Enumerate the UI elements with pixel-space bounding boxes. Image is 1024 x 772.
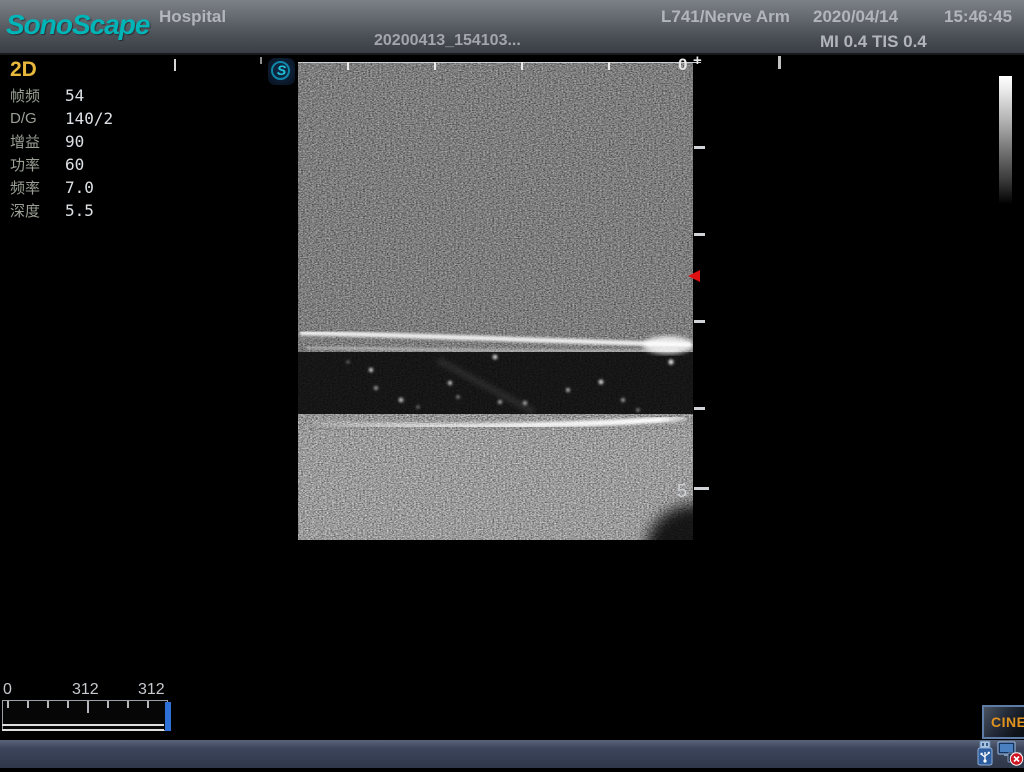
depth-ruler-tick-2cm [694,233,705,236]
cine-tick [7,701,9,708]
param-row-power: 功率 60 [10,153,113,176]
param-label: 帧频 [10,85,65,106]
width-ruler-line [298,62,701,63]
brand-logo: SonoScape [6,9,149,41]
time-label: 15:46:45 [944,7,1012,27]
depth-ruler-tick-4cm [694,407,705,410]
param-value: 90 [65,132,84,151]
mode-label: 2D [10,58,37,82]
width-ruler-tick [434,62,436,70]
param-row-gain: 增益 90 [10,130,113,153]
tgc-tick-right [778,56,781,69]
file-name-label: 20200413_154103... [374,32,521,50]
cine-tick [107,701,109,708]
grayscale-bar [999,76,1012,204]
cine-end-count: 312 [138,681,165,699]
param-label: 频率 [10,177,65,198]
param-value: 54 [65,86,84,105]
param-value: 7.0 [65,178,94,197]
width-ruler-tick [521,62,523,70]
usb-icon[interactable] [973,739,997,772]
ultrasound-image [298,62,693,540]
ultrasound-speckle-image [298,62,693,540]
cine-progress-track[interactable] [2,724,164,731]
date-label: 2020/04/14 [813,7,898,27]
focus-marker-icon[interactable] [688,270,700,282]
param-row-dg: D/G 140/2 [10,107,113,130]
cine-tick [27,701,29,708]
param-label: D/G [10,110,65,127]
depth-ruler-tick-3cm [694,320,705,323]
cine-tick [47,701,49,708]
param-label: 深度 [10,200,65,221]
param-row-framerate: 帧频 54 [10,84,113,107]
cine-mid-count: 312 [72,681,99,699]
logo-letter: S [268,62,295,78]
param-row-depth: 深度 5.5 [10,199,113,222]
cine-tick [67,701,69,708]
tgc-tick-left [174,59,176,71]
depth-ruler-zero-label: 0 [678,55,687,75]
network-status-icon[interactable] [997,739,1024,771]
depth-ruler-top-marker: + [693,52,702,69]
bottom-status-bar [0,740,1024,768]
param-row-frequency: 频率 7.0 [10,176,113,199]
cine-tick [147,701,149,708]
param-value: 5.5 [65,201,94,220]
width-ruler-tick [347,62,349,70]
cine-start-count: 0 [3,681,12,699]
width-ruler-tick [608,62,610,70]
cine-tick-major [87,701,89,713]
depth-ruler-tick-1cm [694,146,705,149]
acoustic-indices-label: MI 0.4 TIS 0.4 [820,32,927,52]
param-value: 60 [65,155,84,174]
cine-button[interactable]: CINE [982,705,1024,739]
depth-ruler-five-label: 5 [677,481,687,502]
hospital-name: Hospital [159,7,226,27]
param-label: 增益 [10,131,65,152]
cine-position-marker[interactable] [165,702,171,731]
parameter-panel: 帧频 54 D/G 140/2 增益 90 功率 60 频率 7.0 深度 5.… [10,84,113,222]
param-label: 功率 [10,154,65,175]
tick-small [260,57,262,64]
probe-orientation-logo: S [268,58,295,85]
probe-exam-label: L741/Nerve Arm [661,7,790,27]
param-value: 140/2 [65,109,113,128]
cine-tick [127,701,129,708]
header-bar: SonoScape Hospital L741/Nerve Arm 2020/0… [0,0,1024,55]
depth-ruler-tick-5cm [694,487,709,490]
